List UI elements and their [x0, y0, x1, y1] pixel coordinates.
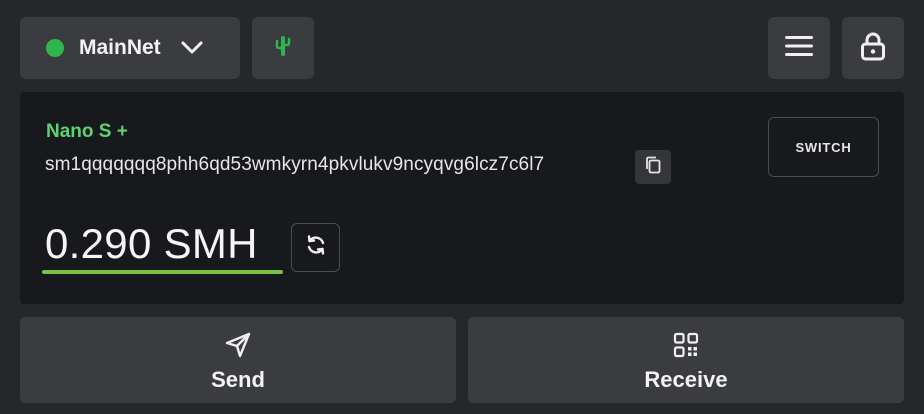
- wallet-address: sm1qqqqqqq8phh6qd53wmkyrn4pkvlukv9ncyqvg…: [45, 154, 545, 175]
- refresh-icon: [305, 234, 327, 261]
- lock-button[interactable]: [842, 17, 904, 79]
- copy-address-button[interactable]: [635, 150, 671, 184]
- balance-underline: [42, 270, 283, 274]
- hamburger-menu-icon: [784, 34, 814, 63]
- receive-button[interactable]: Receive: [468, 317, 904, 403]
- balance-amount: 0.290 SMH: [45, 220, 258, 267]
- refresh-balance-button[interactable]: [291, 223, 340, 272]
- send-label: Send: [211, 367, 265, 392]
- wallet-app: MainNet Nano S + sm1qqqqqqq8phh6qd53wmky…: [0, 0, 924, 414]
- receive-label: Receive: [644, 367, 728, 392]
- copy-icon: [645, 156, 661, 179]
- wallet-card: Nano S + sm1qqqqqqq8phh6qd53wmkyrn4pkvlu…: [20, 92, 904, 304]
- send-button[interactable]: Send: [20, 317, 456, 403]
- network-label: MainNet: [79, 36, 161, 59]
- lock-icon: [860, 31, 886, 66]
- send-icon: [224, 331, 252, 359]
- network-status-dot: [46, 39, 64, 57]
- network-selector[interactable]: MainNet: [20, 17, 240, 79]
- qr-code-icon: [673, 331, 699, 359]
- switch-button[interactable]: SWITCH: [768, 117, 879, 177]
- cactus-button[interactable]: [252, 17, 314, 79]
- menu-button[interactable]: [768, 17, 830, 79]
- cactus-icon: [274, 35, 292, 62]
- chevron-down-icon: [181, 41, 203, 55]
- device-name: Nano S +: [46, 121, 128, 142]
